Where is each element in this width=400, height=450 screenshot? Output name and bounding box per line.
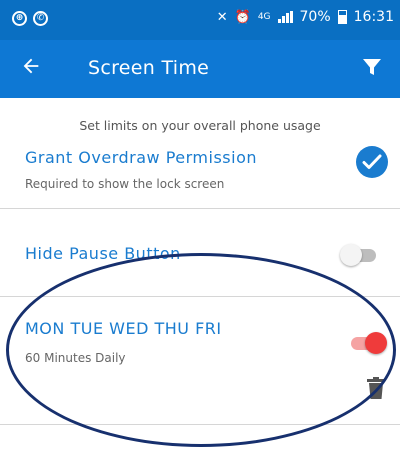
signal-icon (277, 11, 293, 23)
checkmark-icon (362, 154, 382, 169)
network-type: 4G (257, 12, 271, 22)
divider (0, 296, 400, 297)
schedule-limit: 60 Minutes Daily (25, 351, 126, 365)
schedule-toggle[interactable] (347, 331, 387, 355)
alarm-icon: ⏰ (234, 9, 251, 25)
filter-icon[interactable] (362, 57, 382, 77)
divider (0, 208, 400, 209)
app-bar: Screen Time (0, 40, 400, 98)
schedule-days[interactable]: MON TUE WED THU FRI (25, 319, 222, 338)
divider (0, 424, 400, 425)
status-indicators: ✕ ⏰ 4G 70% 16:31 (217, 9, 394, 25)
clock: 16:31 (353, 9, 394, 25)
toggle-thumb (365, 332, 387, 354)
screen-description: Set limits on your overall phone usage (79, 118, 321, 133)
trash-icon[interactable] (367, 377, 385, 399)
page-title: Screen Time (88, 57, 210, 79)
arrow-left-icon[interactable] (20, 55, 42, 77)
overdraw-permission-description: Required to show the lock screen (25, 177, 225, 191)
overdraw-permission-title[interactable]: Grant Overdraw Permission (25, 148, 257, 167)
toggle-thumb (340, 244, 362, 266)
mute-icon: ✕ (216, 9, 228, 25)
vpn-icon: ⊕ (12, 11, 27, 26)
status-bar: ⊕ ✆ ✕ ⏰ 4G 70% 16:31 (0, 0, 400, 40)
overdraw-permission-checkbox[interactable] (356, 146, 388, 178)
whatsapp-icon: ✆ (33, 11, 48, 26)
battery-icon (337, 10, 347, 24)
battery-percent: 70% (299, 9, 331, 25)
hide-pause-button-title[interactable]: Hide Pause Button (25, 244, 181, 263)
annotation-oval (6, 253, 396, 447)
status-notifications: ⊕ ✆ (12, 11, 48, 26)
hide-pause-button-toggle[interactable] (340, 243, 380, 267)
